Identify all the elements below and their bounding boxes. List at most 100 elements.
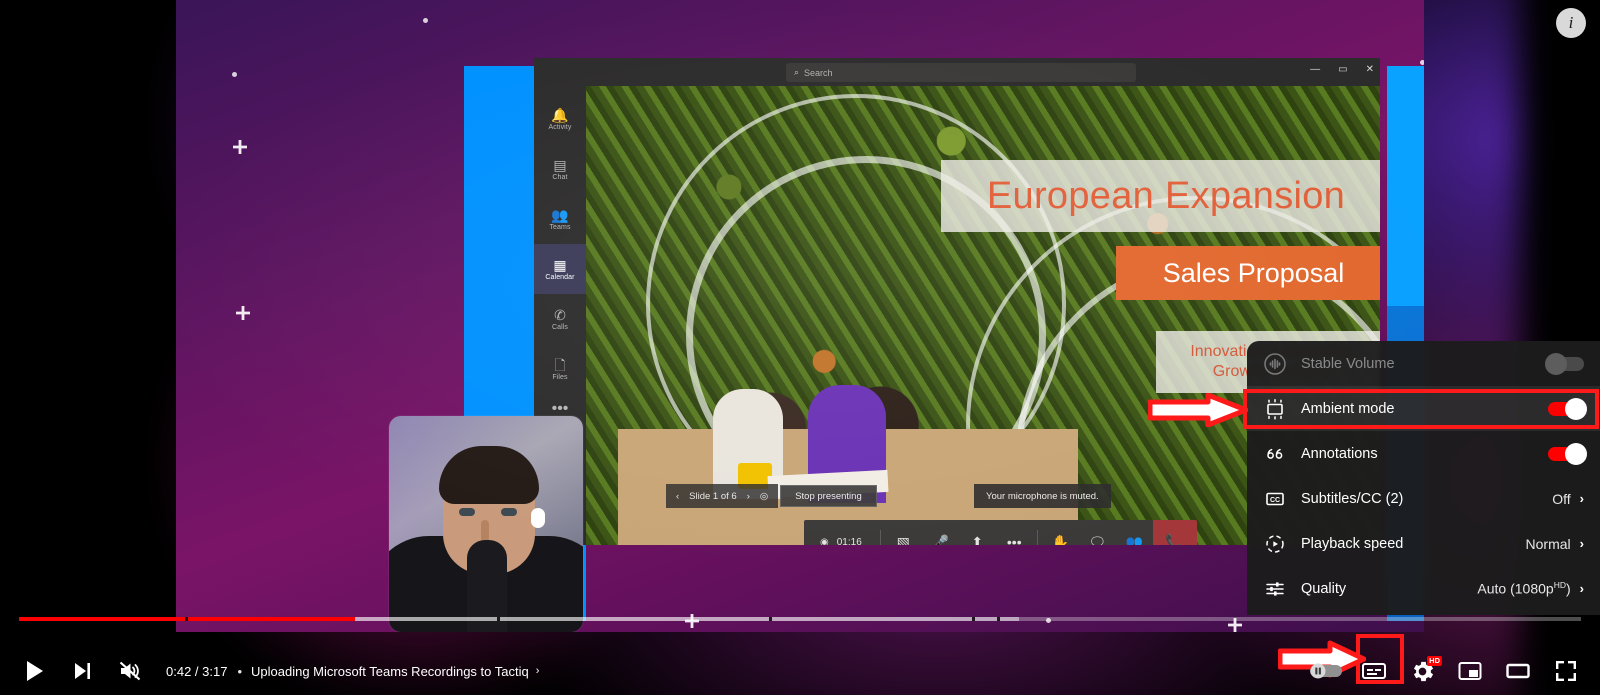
slide-subtitle: Sales Proposal <box>1162 257 1345 288</box>
teams-app-rail[interactable]: 🔔 Activity ▤ Chat 👥 Teams ▦ Calendar ✆ C… <box>534 86 586 545</box>
subtitles-button[interactable] <box>1350 647 1398 695</box>
playback-speed-value: Normal <box>1525 535 1571 552</box>
progress-track[interactable] <box>19 617 1581 621</box>
hangup-icon[interactable]: 📞 <box>1152 520 1197 545</box>
chapter-divider <box>184 617 188 621</box>
slide-decorative-ring <box>686 156 1046 516</box>
closed-captions-icon: CC <box>1261 485 1289 513</box>
people-icon[interactable]: 👥 <box>1116 520 1153 546</box>
prev-slide-icon[interactable]: ‹ <box>676 491 679 502</box>
window-controls[interactable]: — ▭ ✕ <box>1310 64 1374 75</box>
menu-item-stable-volume[interactable]: Stable Volume <box>1247 341 1600 386</box>
chapter-divider <box>768 617 772 621</box>
rail-item-chat[interactable]: ▤ Chat <box>534 144 586 194</box>
miniplayer-button[interactable] <box>1446 647 1494 695</box>
sparkle-plus <box>233 140 247 154</box>
progress-bar[interactable] <box>0 606 1600 626</box>
autoplay-toggle-button[interactable] <box>1302 647 1350 695</box>
playback-speed-icon <box>1261 530 1289 558</box>
slide-decorative-ring <box>646 94 1066 514</box>
chevron-right-icon: › <box>1579 536 1584 551</box>
sparkle-dot <box>506 600 511 605</box>
rail-item-files[interactable]: 🗋 Files <box>534 344 586 394</box>
fullscreen-button[interactable] <box>1542 647 1590 695</box>
settings-button[interactable]: HD <box>1398 647 1446 695</box>
chapter-divider <box>496 617 500 621</box>
controls-left-group: 0:42 / 3:17 • Uploading Microsoft Teams … <box>10 647 539 695</box>
menu-item-annotations[interactable]: Annotations <box>1247 431 1600 476</box>
recording-timer: 01:16 <box>836 536 862 546</box>
files-icon: 🗋 <box>554 356 566 373</box>
menu-label: Annotations <box>1301 445 1378 462</box>
slide-photo <box>618 345 1078 545</box>
search-icon: ⌕ <box>794 67 800 77</box>
rail-item-activity[interactable]: 🔔 Activity <box>534 94 586 144</box>
theater-mode-button[interactable] <box>1494 647 1542 695</box>
chevron-right-icon: › <box>1579 491 1584 506</box>
minimize-icon[interactable]: — <box>1310 64 1320 75</box>
stable-volume-toggle[interactable] <box>1545 352 1584 375</box>
close-icon[interactable]: ✕ <box>1366 64 1374 75</box>
laser-pointer-icon[interactable]: ◎ <box>760 491 768 502</box>
sparkle-plus <box>236 306 250 320</box>
teams-meeting-toolbar[interactable]: ◉ 01:16 ▧ 🎤 ⬆ ••• ✋ 🗨 👥 📞 <box>804 520 1197 545</box>
presenter-webcam-overlay <box>389 416 583 632</box>
calendar-icon: ▦ <box>553 256 567 273</box>
more-options-icon[interactable]: ••• <box>996 520 1033 545</box>
rail-more-icon[interactable]: ••• <box>552 400 569 418</box>
settings-menu-panel[interactable]: Stable Volume Ambient mode Annotations C… <box>1247 341 1600 615</box>
next-slide-icon[interactable]: › <box>747 491 750 502</box>
presenter-controls[interactable]: ‹ Slide 1 of 6 › ◎ Stop presenting <box>666 484 877 508</box>
hd-superscript: HD <box>1553 580 1566 591</box>
sparkle-dot <box>1420 60 1424 65</box>
rail-item-calls[interactable]: ✆ Calls <box>534 294 586 344</box>
slide-subtitle-band: Sales Proposal <box>1116 246 1380 300</box>
menu-label: Subtitles/CC (2) <box>1301 490 1404 507</box>
sparkle-plus <box>1316 136 1330 150</box>
annotations-toggle[interactable] <box>1548 442 1587 465</box>
menu-item-ambient-mode[interactable]: Ambient mode <box>1247 386 1600 431</box>
maximize-icon[interactable]: ▭ <box>1338 64 1347 75</box>
next-video-button[interactable] <box>58 647 106 695</box>
phone-icon: ✆ <box>554 306 566 323</box>
teams-titlebar: ⌕ Search — ▭ ✕ <box>534 58 1380 86</box>
info-icon[interactable]: i <box>1556 8 1586 38</box>
slide-counter: Slide 1 of 6 <box>689 490 737 502</box>
chapter-title-group[interactable]: • Uploading Microsoft Teams Recordings t… <box>235 664 539 679</box>
rail-item-calendar[interactable]: ▦ Calendar <box>534 244 586 294</box>
menu-item-playback-speed[interactable]: Playback speed Normal › <box>1247 521 1600 566</box>
menu-item-quality[interactable]: Quality Auto (1080pHD) › <box>1247 566 1600 611</box>
bell-icon: 🔔 <box>551 106 569 123</box>
slide-title: European Expansion <box>986 174 1346 217</box>
rail-label: Calls <box>551 323 569 331</box>
mute-button[interactable] <box>106 647 154 695</box>
ambient-mode-icon <box>1261 395 1289 423</box>
play-button[interactable] <box>10 647 58 695</box>
teams-search-placeholder: Search <box>804 67 833 78</box>
sparkle-dot <box>916 58 921 63</box>
mic-off-icon[interactable]: 🎤 <box>922 520 959 546</box>
record-icon: ◉ <box>820 536 829 546</box>
teams-search-box[interactable]: ⌕ Search <box>786 63 1136 82</box>
meeting-chat-icon[interactable]: 🗨 <box>1079 520 1116 546</box>
chevron-right-icon[interactable]: › <box>536 665 540 677</box>
rail-label: Calendar <box>545 273 575 281</box>
raise-hand-icon[interactable]: ✋ <box>1042 520 1079 546</box>
presenter-pill[interactable]: ‹ Slide 1 of 6 › ◎ <box>666 484 779 508</box>
share-screen-icon[interactable]: ⬆ <box>959 520 996 546</box>
quality-value: Auto (1080pHD) <box>1477 580 1570 597</box>
ambient-mode-toggle[interactable] <box>1548 397 1587 420</box>
rail-label: Teams <box>549 223 571 231</box>
quality-value-paren-close: ) <box>1565 580 1571 597</box>
menu-label: Ambient mode <box>1301 400 1395 417</box>
stop-presenting-button[interactable]: Stop presenting <box>780 485 877 507</box>
video-stage[interactable]: ⌕ Search — ▭ ✕ 🔔 Activity ▤ Chat 👥 Teams… <box>176 0 1424 632</box>
time-display: 0:42 / 3:17 <box>166 663 228 679</box>
camera-off-icon[interactable]: ▧ <box>885 520 922 546</box>
rail-label: Chat <box>552 173 568 181</box>
rail-item-teams[interactable]: 👥 Teams <box>534 194 586 244</box>
slide-title-band: European Expansion <box>941 160 1380 232</box>
controls-right-group: HD <box>1302 647 1590 695</box>
chapter-title-text[interactable]: Uploading Microsoft Teams Recordings to … <box>251 664 529 679</box>
menu-item-subtitles-cc[interactable]: CC Subtitles/CC (2) Off › <box>1247 476 1600 521</box>
